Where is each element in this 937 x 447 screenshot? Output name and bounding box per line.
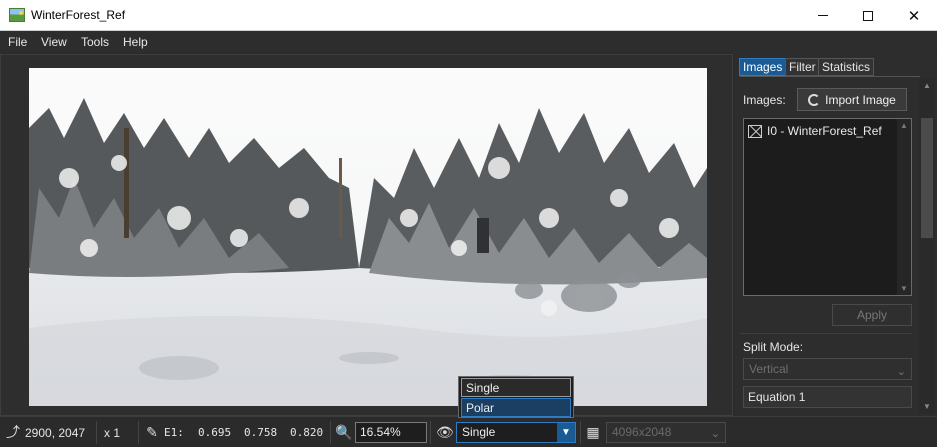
- maximize-button[interactable]: [845, 0, 891, 31]
- list-item-label: I0 - WinterForest_Ref: [767, 124, 882, 138]
- tab-statistics[interactable]: Statistics: [818, 58, 875, 76]
- menu-tools[interactable]: Tools: [81, 35, 109, 49]
- dropdown-option-single[interactable]: Single: [461, 378, 571, 397]
- tab-filter[interactable]: Filter: [785, 58, 820, 76]
- separator: [430, 421, 431, 444]
- close-icon: ✕: [907, 7, 921, 25]
- scroll-down-icon[interactable]: ▼: [900, 284, 908, 293]
- zoom-input[interactable]: 16.54%: [355, 422, 427, 443]
- image-viewport[interactable]: [0, 54, 733, 416]
- list-scrollbar[interactable]: ▲ ▼: [897, 119, 911, 295]
- zoom-icon[interactable]: 🔍: [335, 424, 352, 440]
- tab-divider: [740, 76, 920, 77]
- view-mode-select[interactable]: Single ▼: [456, 422, 576, 443]
- chevron-down-icon[interactable]: ▼: [557, 423, 575, 442]
- cursor-coordinates: 2900, 2047: [25, 426, 86, 440]
- resolution-icon[interactable]: ▦: [585, 424, 601, 440]
- cursor-position-icon: ⤴: [6, 424, 20, 440]
- minimize-icon: [818, 15, 828, 16]
- separator: [138, 421, 139, 444]
- window-title: WinterForest_Ref: [31, 8, 126, 22]
- side-panel: Images Filter Statistics Images: Import …: [734, 54, 937, 416]
- separator: [580, 421, 581, 444]
- split-mode-label: Split Mode:: [743, 340, 804, 354]
- panorama-image[interactable]: [29, 68, 707, 406]
- menu-help[interactable]: Help: [123, 35, 148, 49]
- pixel-value-g: 0.758: [244, 426, 278, 439]
- chevron-down-icon: ⌄: [710, 428, 720, 440]
- pixel-value-r: 0.695: [198, 426, 232, 439]
- images-list[interactable]: I0 - WinterForest_Ref ▲ ▼: [743, 118, 912, 296]
- view-mode-value: Single: [462, 425, 496, 439]
- resolution-select[interactable]: 4096x2048 ⌄: [606, 422, 726, 443]
- scale-indicator: x 1: [104, 426, 121, 440]
- minimize-button[interactable]: [800, 0, 846, 31]
- scroll-up-icon[interactable]: ▲: [900, 121, 908, 130]
- scroll-up-icon[interactable]: ▲: [923, 81, 931, 90]
- app-picture-icon: [9, 8, 25, 22]
- list-item[interactable]: I0 - WinterForest_Ref: [748, 124, 882, 138]
- chevron-down-icon: ⌄: [896, 366, 906, 378]
- eyedropper-label: E1:: [164, 426, 184, 439]
- apply-button[interactable]: Apply: [832, 304, 912, 326]
- import-image-label: Import Image: [825, 92, 896, 107]
- menu-bar: File View Tools Help: [0, 31, 937, 53]
- resolution-value: 4096x2048: [612, 425, 672, 439]
- separator: [96, 421, 97, 444]
- close-button[interactable]: ✕: [891, 0, 937, 31]
- scroll-down-icon[interactable]: ▼: [923, 402, 931, 411]
- image-placeholder-icon: [748, 124, 762, 138]
- scrollbar-thumb[interactable]: [921, 118, 933, 238]
- tab-images[interactable]: Images: [739, 58, 787, 76]
- section-divider: [740, 333, 912, 334]
- import-icon: [808, 93, 821, 106]
- menu-view[interactable]: View: [41, 35, 67, 49]
- status-bar: ⤴ 2900, 2047 x 1 ✎ E1: 0.695 0.758 0.820…: [0, 416, 937, 447]
- eyedropper-icon[interactable]: ✎: [144, 424, 160, 440]
- split-mode-select[interactable]: Vertical ⌄: [743, 358, 912, 380]
- separator: [330, 421, 331, 444]
- split-mode-value: Vertical: [749, 362, 789, 376]
- panel-scrollbar[interactable]: ▲ ▼: [919, 78, 935, 414]
- title-bar: WinterForest_Ref ✕: [0, 0, 937, 31]
- maximize-icon: [863, 10, 873, 21]
- pixel-value-b: 0.820: [290, 426, 324, 439]
- menu-file[interactable]: File: [8, 35, 27, 49]
- eye-icon[interactable]: 👁: [436, 424, 454, 440]
- import-image-button[interactable]: Import Image: [797, 88, 907, 111]
- images-label: Images:: [743, 93, 786, 107]
- equation-item[interactable]: Equation 1: [743, 386, 912, 408]
- dropdown-option-polar[interactable]: Polar: [461, 398, 571, 417]
- view-mode-dropdown[interactable]: Single Polar: [458, 376, 574, 418]
- snow-forest-picture: [29, 68, 707, 406]
